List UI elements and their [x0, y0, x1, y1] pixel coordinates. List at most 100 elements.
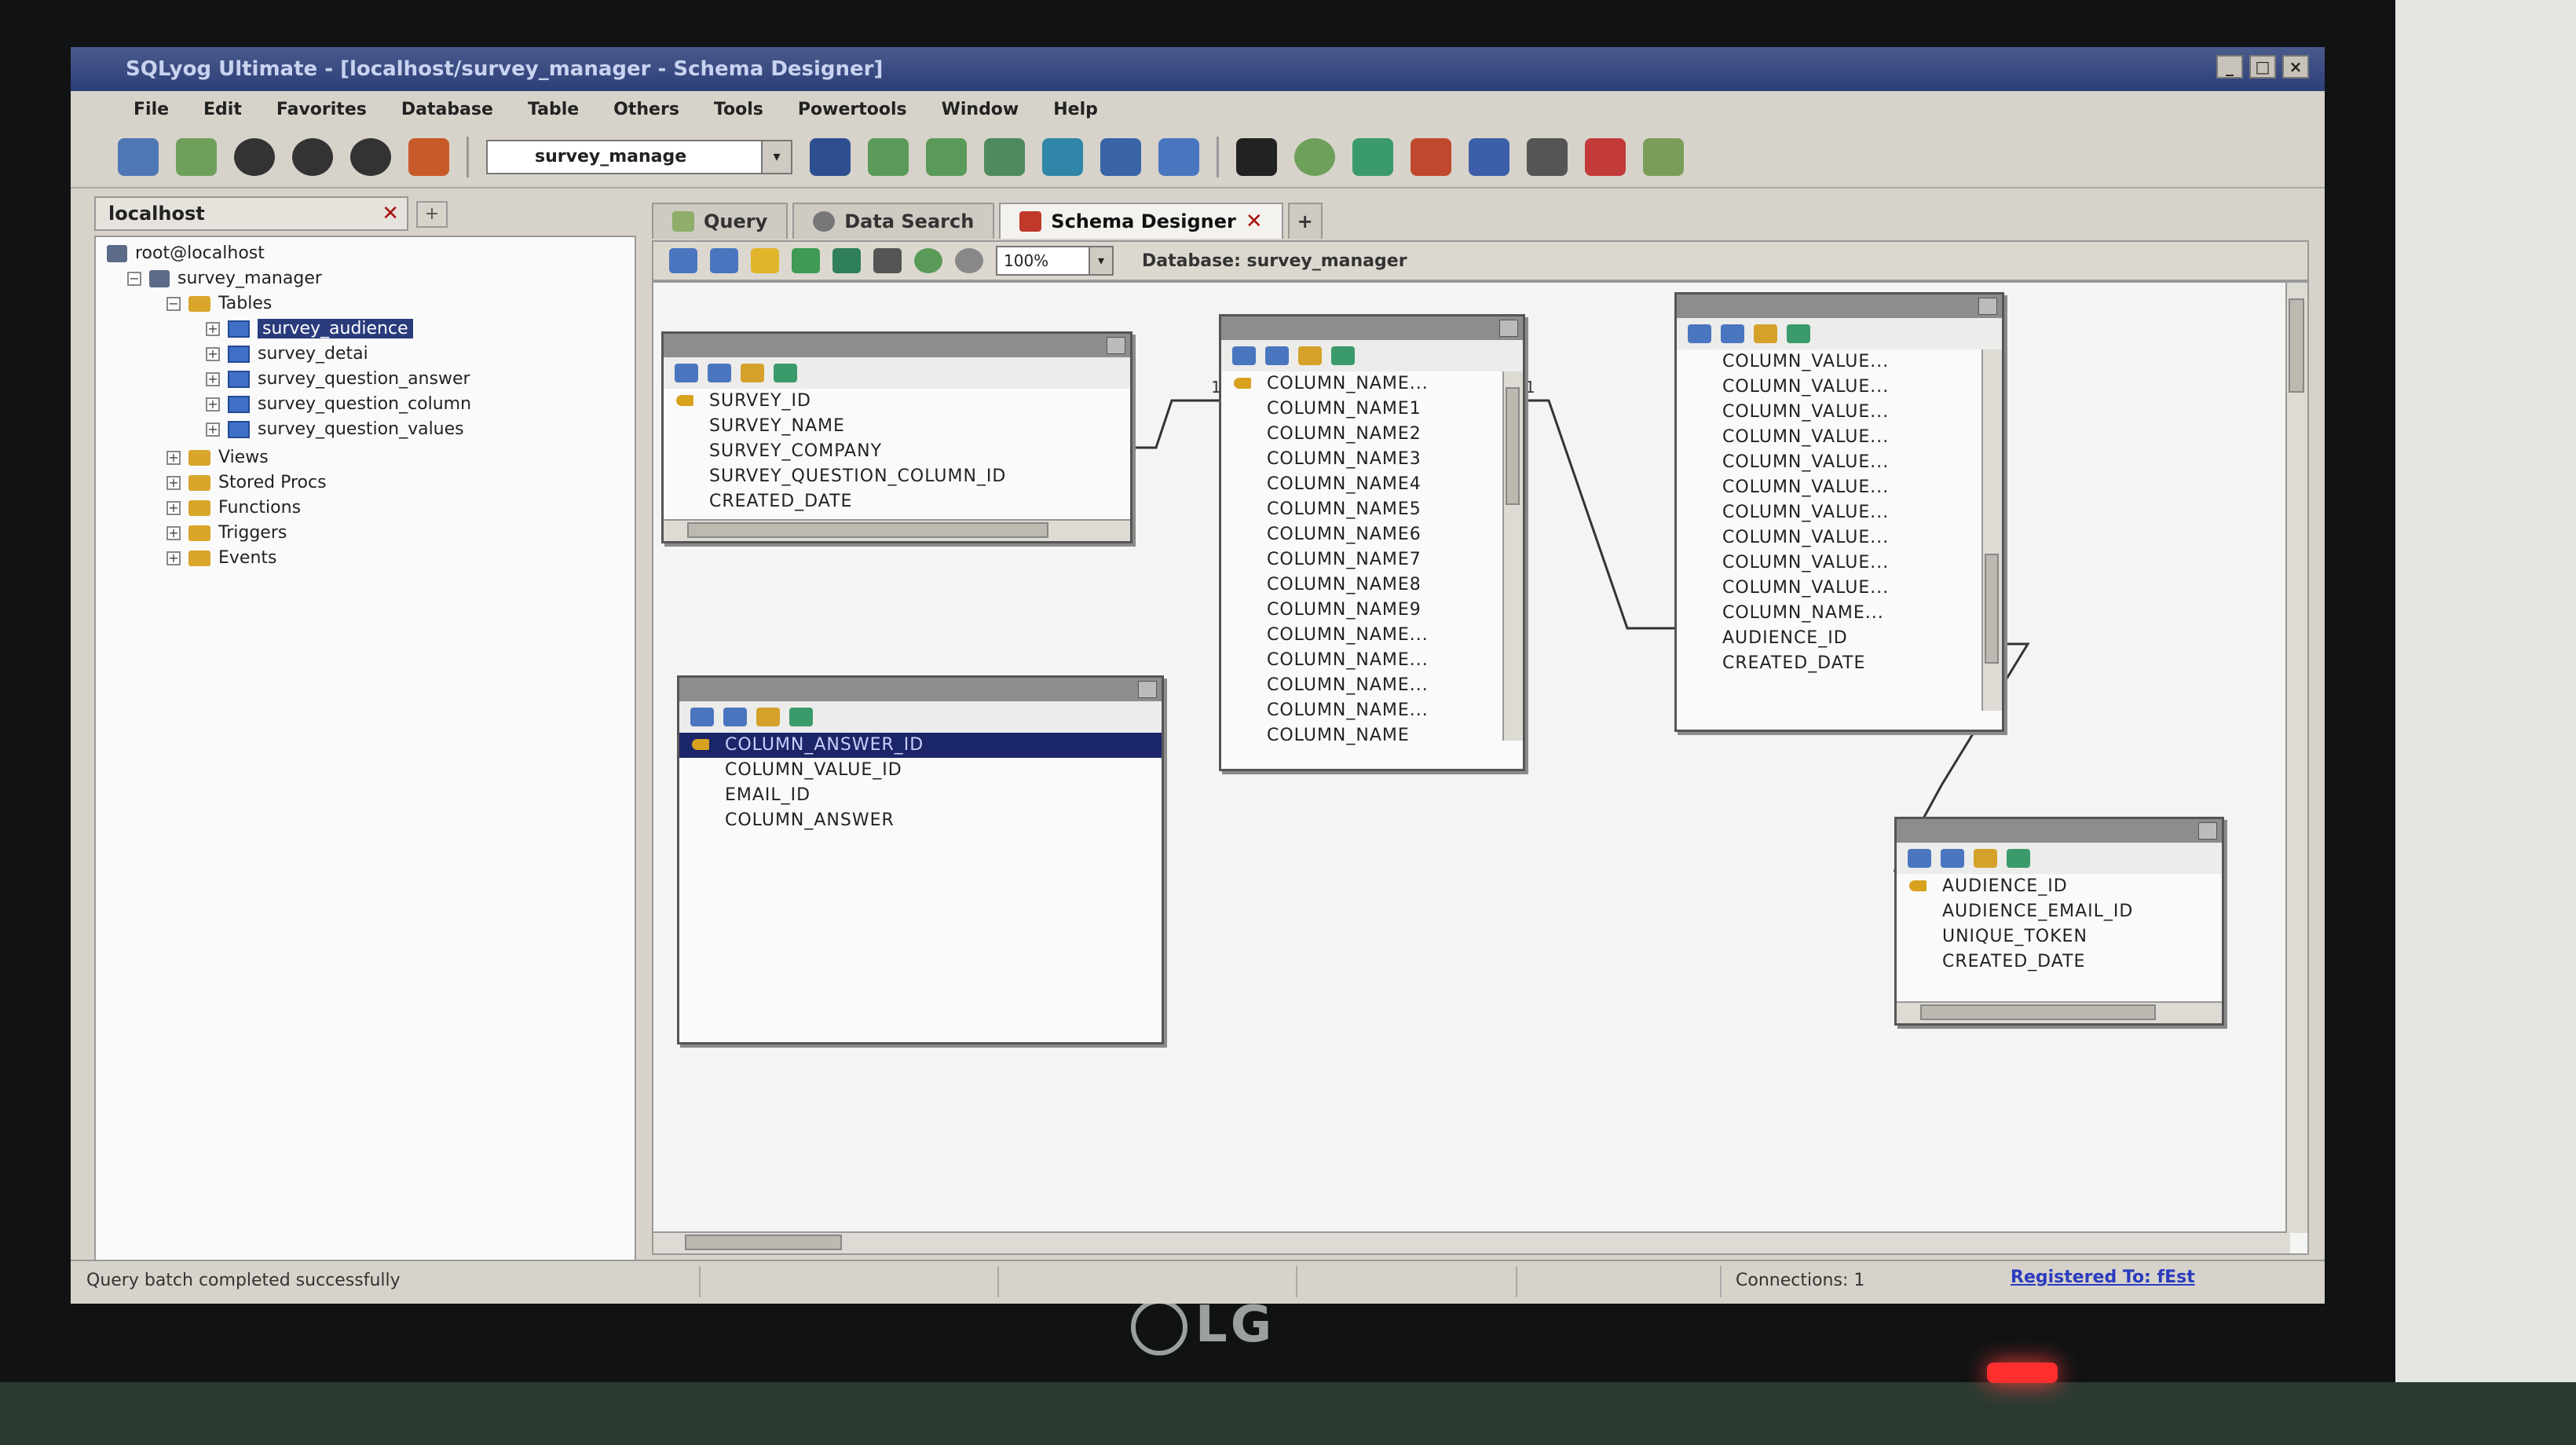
export-icon[interactable]	[1042, 138, 1083, 176]
column-item[interactable]: COLUMN_VALUE...	[1677, 400, 2002, 425]
schema-canvas[interactable]: 1 1 SURVEY_ID SURVEY_NAME SURVEY_COMPANY…	[652, 281, 2309, 1255]
column-item[interactable]: COLUMN_NAME1	[1221, 397, 1523, 422]
column-item[interactable]: COLUMN_NAME7	[1221, 547, 1523, 573]
menu-help[interactable]: Help	[1053, 100, 1098, 119]
horizontal-scrollbar[interactable]	[1897, 1001, 2222, 1023]
collapse-icon[interactable]: −	[166, 296, 181, 311]
expand-icon[interactable]: +	[166, 500, 181, 515]
tree-table-survey-audience[interactable]: + survey_audience	[206, 319, 413, 338]
column-item[interactable]: COLUMN_NAME...	[1221, 698, 1523, 723]
tree-folder-triggers[interactable]: + Triggers	[166, 523, 287, 543]
database-select[interactable]: survey_manage ▾	[486, 140, 792, 174]
column-item[interactable]: COLUMN_VALUE...	[1677, 450, 2002, 475]
index-icon[interactable]	[741, 364, 764, 382]
new-connection-icon[interactable]	[118, 138, 159, 176]
add-column-icon[interactable]	[1941, 849, 1964, 868]
index-icon[interactable]	[756, 708, 780, 726]
expand-icon[interactable]: +	[206, 371, 220, 386]
connection-tab[interactable]: localhost ✕	[94, 196, 408, 231]
collapse-icon[interactable]: −	[127, 271, 141, 286]
index-icon[interactable]	[1754, 324, 1777, 343]
tree-root[interactable]: root@localhost	[107, 243, 265, 263]
close-icon[interactable]: ✕	[382, 198, 399, 229]
execute-icon[interactable]	[234, 138, 275, 176]
expand-icon[interactable]: +	[166, 475, 181, 490]
tab-schema-designer[interactable]: Schema Designer ✕	[999, 203, 1283, 239]
column-item-selected[interactable]: COLUMN_ANSWER_ID	[679, 733, 1162, 758]
scrollbar-thumb[interactable]	[2289, 298, 2304, 393]
relationship-icon[interactable]	[1331, 346, 1355, 365]
relationship-icon[interactable]	[1787, 324, 1810, 343]
tab-data-search[interactable]: Data Search	[792, 203, 995, 239]
scrollbar-thumb[interactable]	[1985, 554, 1999, 664]
add-column-icon[interactable]	[1721, 324, 1744, 343]
column-item[interactable]: COLUMN_VALUE...	[1677, 551, 2002, 576]
refresh-icon[interactable]	[408, 138, 449, 176]
column-item[interactable]: COLUMN_NAME...	[1221, 648, 1523, 673]
column-item[interactable]: COLUMN_NAME4	[1221, 472, 1523, 497]
menu-others[interactable]: Others	[613, 100, 679, 119]
expand-icon[interactable]: +	[166, 525, 181, 540]
expand-icon[interactable]: +	[206, 422, 220, 437]
column-item[interactable]: COLUMN_NAME3	[1221, 447, 1523, 472]
table-header[interactable]	[679, 678, 1162, 701]
column-item[interactable]: COLUMN_NAME6	[1221, 522, 1523, 547]
column-item[interactable]: CREATED_DATE	[1677, 651, 2002, 676]
scrollbar-thumb[interactable]	[687, 522, 1048, 538]
edit-table-icon[interactable]	[1688, 324, 1711, 343]
stop-icon[interactable]	[350, 138, 391, 176]
table-header[interactable]	[1677, 294, 2002, 318]
index-icon[interactable]	[1298, 346, 1322, 365]
add-table-icon[interactable]	[669, 248, 697, 273]
horizontal-scrollbar[interactable]	[664, 519, 1130, 541]
menu-powertools[interactable]: Powertools	[798, 100, 907, 119]
column-item[interactable]: COLUMN_VALUE...	[1677, 576, 2002, 601]
backup-icon[interactable]	[868, 138, 909, 176]
registered-link[interactable]: Registered To: fEst	[2011, 1268, 2195, 1287]
tab-query[interactable]: Query	[652, 203, 789, 239]
close-icon[interactable]	[2198, 822, 2217, 840]
column-item[interactable]: SURVEY_QUESTION_COLUMN_ID	[664, 464, 1130, 489]
schema-table-survey-detail[interactable]: SURVEY_ID SURVEY_NAME SURVEY_COMPANY SUR…	[661, 331, 1132, 543]
column-item[interactable]: AUDIENCE_ID	[1897, 874, 2222, 899]
query-builder-icon[interactable]	[1469, 138, 1509, 176]
column-item[interactable]: SURVEY_ID	[664, 389, 1130, 414]
migration-icon[interactable]	[1352, 138, 1393, 176]
new-query-icon[interactable]	[176, 138, 217, 176]
zoom-out-icon[interactable]	[955, 248, 983, 273]
add-connection-tab-button[interactable]: +	[416, 201, 448, 228]
restore-icon[interactable]	[926, 138, 967, 176]
menu-favorites[interactable]: Favorites	[276, 100, 367, 119]
schema-designer-icon[interactable]	[1158, 138, 1199, 176]
tree-folder-events[interactable]: + Events	[166, 548, 277, 568]
vertical-scrollbar[interactable]	[1981, 349, 2002, 711]
scrollbar-thumb[interactable]	[1506, 387, 1520, 505]
index-icon[interactable]	[1974, 849, 1997, 868]
edit-table-icon[interactable]	[1908, 849, 1931, 868]
menu-tools[interactable]: Tools	[714, 100, 763, 119]
new-table-icon[interactable]	[710, 248, 738, 273]
column-item[interactable]: CREATED_DATE	[1897, 949, 2222, 975]
export-image-icon[interactable]	[832, 248, 861, 273]
menu-window[interactable]: Window	[942, 100, 1019, 119]
monitor-icon[interactable]	[1527, 138, 1568, 176]
column-item[interactable]: UNIQUE_TOKEN	[1897, 924, 2222, 949]
table-header[interactable]	[664, 334, 1130, 357]
tree-tables-folder[interactable]: − Tables	[166, 294, 272, 313]
column-item[interactable]: AUDIENCE_ID	[1677, 626, 2002, 651]
menu-database[interactable]: Database	[401, 100, 493, 119]
column-item[interactable]: COLUMN_NAME...	[1221, 371, 1523, 397]
tree-database[interactable]: − survey_manager	[127, 269, 322, 288]
close-button[interactable]: ×	[2282, 55, 2309, 79]
expand-icon[interactable]: +	[206, 397, 220, 412]
column-item[interactable]: COLUMN_NAME...	[1677, 601, 2002, 626]
schema-table-question-values[interactable]: COLUMN_VALUE... COLUMN_VALUE... COLUMN_V…	[1674, 292, 2004, 732]
column-item[interactable]: COLUMN_NAME	[1221, 723, 1523, 748]
column-item[interactable]: COLUMN_VALUE...	[1677, 525, 2002, 551]
relationship-icon[interactable]	[2007, 849, 2030, 868]
close-icon[interactable]	[1978, 298, 1997, 315]
menu-file[interactable]: File	[134, 100, 169, 119]
close-icon[interactable]	[1499, 320, 1518, 337]
canvas-horizontal-scrollbar[interactable]	[653, 1231, 2290, 1253]
relationship-icon[interactable]	[789, 708, 813, 726]
